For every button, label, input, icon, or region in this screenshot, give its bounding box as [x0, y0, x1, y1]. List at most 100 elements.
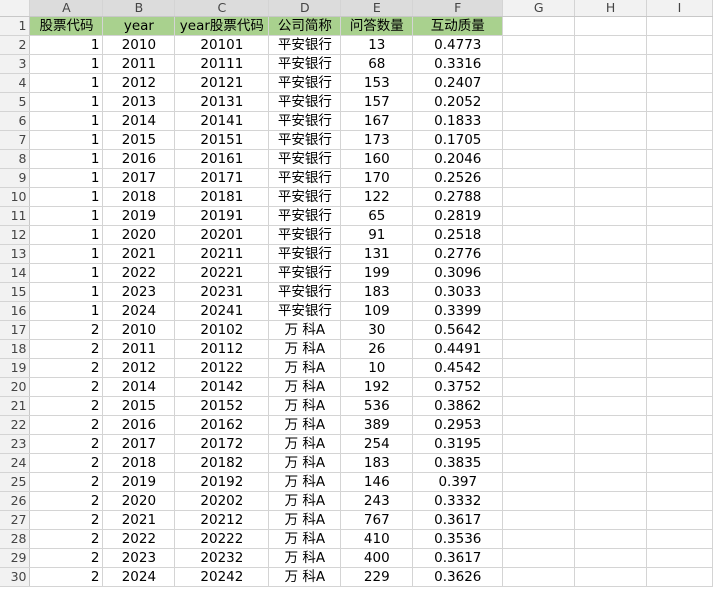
cell-year[interactable]: 2010 — [102, 320, 176, 340]
cell[interactable] — [502, 206, 576, 226]
cell-qa-count[interactable]: 183 — [340, 453, 414, 473]
row-header[interactable]: 17 — [0, 320, 31, 340]
cell[interactable] — [574, 282, 648, 302]
cell-qa-count[interactable]: 153 — [340, 73, 414, 93]
cell[interactable] — [502, 16, 576, 36]
cell[interactable] — [574, 415, 648, 435]
cell[interactable] — [646, 358, 713, 378]
cell-interaction-quality[interactable]: 0.3332 — [412, 491, 504, 511]
cell[interactable] — [646, 149, 713, 169]
cell[interactable] — [646, 320, 713, 340]
cell-company-name[interactable]: 平安银行 — [268, 301, 342, 321]
cell[interactable] — [574, 149, 648, 169]
cell-stock-code[interactable]: 2 — [29, 548, 104, 568]
cell[interactable] — [574, 548, 648, 568]
cell-year-stock-code[interactable]: 20111 — [174, 54, 270, 74]
cell[interactable] — [646, 244, 713, 264]
cell-interaction-quality[interactable]: 0.397 — [412, 472, 504, 492]
cell-qa-count[interactable]: 183 — [340, 282, 414, 302]
cell[interactable] — [574, 453, 648, 473]
cell-stock-code[interactable]: 2 — [29, 510, 104, 530]
cell-year[interactable]: 2016 — [102, 415, 176, 435]
cell[interactable] — [646, 377, 713, 397]
row-header[interactable]: 10 — [0, 187, 31, 207]
row-header[interactable]: 2 — [0, 35, 31, 55]
cell-qa-count[interactable]: 400 — [340, 548, 414, 568]
cell[interactable] — [574, 92, 648, 112]
row-header[interactable]: 22 — [0, 415, 31, 435]
cell-year[interactable]: 2021 — [102, 510, 176, 530]
row-header[interactable]: 5 — [0, 92, 31, 112]
cell-stock-code[interactable]: 1 — [29, 263, 104, 283]
cell-qa-count[interactable]: 410 — [340, 529, 414, 549]
cell[interactable] — [574, 244, 648, 264]
cell-year[interactable]: 2023 — [102, 548, 176, 568]
cell-interaction-quality[interactable]: 0.2953 — [412, 415, 504, 435]
row-header[interactable]: 13 — [0, 244, 31, 264]
cell-year-stock-code[interactable]: 20192 — [174, 472, 270, 492]
cell[interactable] — [574, 472, 648, 492]
cell[interactable] — [574, 206, 648, 226]
column-header-h[interactable]: H — [574, 0, 648, 17]
cell[interactable] — [502, 434, 576, 454]
cell[interactable] — [502, 358, 576, 378]
row-header[interactable]: 14 — [0, 263, 31, 283]
cell-qa-count[interactable]: 157 — [340, 92, 414, 112]
cell-interaction-quality[interactable]: 0.2046 — [412, 149, 504, 169]
cell-year[interactable]: 2018 — [102, 453, 176, 473]
cell-interaction-quality[interactable]: 0.3835 — [412, 453, 504, 473]
cell-stock-code[interactable]: 1 — [29, 282, 104, 302]
row-header[interactable]: 6 — [0, 111, 31, 131]
cell[interactable] — [646, 434, 713, 454]
cell-year[interactable]: 2017 — [102, 434, 176, 454]
cell-stock-code[interactable]: 1 — [29, 92, 104, 112]
cell[interactable] — [646, 206, 713, 226]
column-header-f[interactable]: F — [412, 0, 504, 17]
cell-interaction-quality[interactable]: 0.2518 — [412, 225, 504, 245]
cell-company-name[interactable]: 万 科A — [268, 415, 342, 435]
cell[interactable] — [574, 73, 648, 93]
cell[interactable] — [502, 263, 576, 283]
cell[interactable] — [574, 130, 648, 150]
cell[interactable] — [574, 510, 648, 530]
cell-company-name[interactable]: 万 科A — [268, 320, 342, 340]
cell-company-name[interactable]: 万 科A — [268, 567, 342, 587]
cell-stock-code[interactable]: 2 — [29, 567, 104, 587]
row-header[interactable]: 19 — [0, 358, 31, 378]
cell-interaction-quality[interactable]: 0.4773 — [412, 35, 504, 55]
cell-company-name[interactable]: 万 科A — [268, 453, 342, 473]
cell-company-name[interactable]: 万 科A — [268, 377, 342, 397]
cell-stock-code[interactable]: 2 — [29, 320, 104, 340]
cell-year[interactable]: 2011 — [102, 54, 176, 74]
cell-interaction-quality[interactable]: 0.2776 — [412, 244, 504, 264]
header-cell-qa-count[interactable]: 问答数量 — [340, 16, 414, 36]
cell[interactable] — [646, 187, 713, 207]
cell-company-name[interactable]: 平安银行 — [268, 263, 342, 283]
cell-interaction-quality[interactable]: 0.3617 — [412, 510, 504, 530]
cell-stock-code[interactable]: 1 — [29, 187, 104, 207]
row-header[interactable]: 11 — [0, 206, 31, 226]
cell-stock-code[interactable]: 2 — [29, 358, 104, 378]
cell-year[interactable]: 2015 — [102, 396, 176, 416]
cell-stock-code[interactable]: 1 — [29, 54, 104, 74]
cell-year[interactable]: 2015 — [102, 130, 176, 150]
cell-company-name[interactable]: 万 科A — [268, 510, 342, 530]
row-header[interactable]: 3 — [0, 54, 31, 74]
cell-year-stock-code[interactable]: 20101 — [174, 35, 270, 55]
cell-stock-code[interactable]: 1 — [29, 244, 104, 264]
cell[interactable] — [646, 301, 713, 321]
cell-qa-count[interactable]: 389 — [340, 415, 414, 435]
column-header-a[interactable]: A — [29, 0, 104, 17]
cell-interaction-quality[interactable]: 0.3316 — [412, 54, 504, 74]
cell-company-name[interactable]: 万 科A — [268, 529, 342, 549]
cell-qa-count[interactable]: 170 — [340, 168, 414, 188]
cell[interactable] — [574, 529, 648, 549]
cell-stock-code[interactable]: 1 — [29, 168, 104, 188]
cell[interactable] — [646, 491, 713, 511]
cell-interaction-quality[interactable]: 0.2526 — [412, 168, 504, 188]
cell[interactable] — [502, 111, 576, 131]
cell[interactable] — [646, 225, 713, 245]
cell-company-name[interactable]: 平安银行 — [268, 111, 342, 131]
cell-year[interactable]: 2010 — [102, 35, 176, 55]
row-header[interactable]: 26 — [0, 491, 31, 511]
